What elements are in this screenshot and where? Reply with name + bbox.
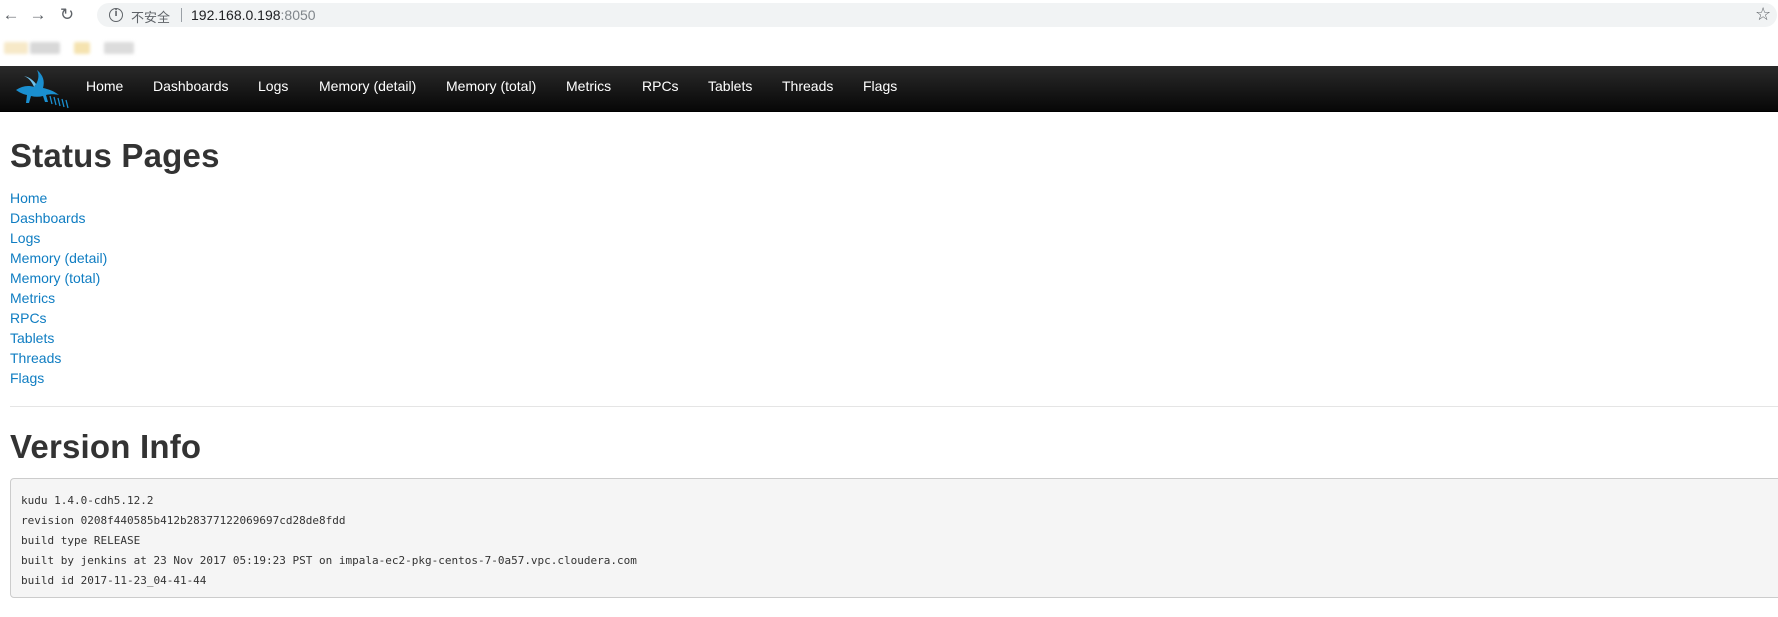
bookmark-blurred[interactable] xyxy=(74,42,90,54)
nav-link-logs[interactable]: Logs xyxy=(258,78,288,94)
reload-icon[interactable]: ↻ xyxy=(56,4,78,26)
list-item: Tablets xyxy=(10,328,107,348)
section-divider xyxy=(10,406,1778,407)
list-item: Home xyxy=(10,188,107,208)
list-item: Logs xyxy=(10,228,107,248)
version-info-block: kudu 1.4.0-cdh5.12.2 revision 0208f44058… xyxy=(10,478,1778,598)
list-item: Memory (total) xyxy=(10,268,107,288)
back-arrow-icon[interactable]: ← xyxy=(0,4,22,26)
version-info-heading: Version Info xyxy=(10,428,202,465)
list-item: Metrics xyxy=(10,288,107,308)
nav-link-home[interactable]: Home xyxy=(86,78,123,94)
nav-link-flags[interactable]: Flags xyxy=(863,78,897,94)
security-label[interactable]: 不安全 xyxy=(131,7,170,26)
omnibox-divider xyxy=(181,8,182,22)
nav-link-threads[interactable]: Threads xyxy=(782,78,833,94)
address-bar[interactable]: i 不安全 192.168.0.198:8050 xyxy=(97,3,1777,27)
version-line-built-by: built by jenkins at 23 Nov 2017 05:19:23… xyxy=(21,554,637,567)
top-navbar: Home Dashboards Logs Memory (detail) Mem… xyxy=(0,66,1778,112)
nav-link-memory-detail[interactable]: Memory (detail) xyxy=(319,78,416,94)
status-link-threads[interactable]: Threads xyxy=(10,350,61,366)
url-host: 192.168.0.198 xyxy=(191,7,281,23)
bookmark-blurred[interactable] xyxy=(30,42,60,54)
nav-link-dashboards[interactable]: Dashboards xyxy=(153,78,229,94)
version-line-build-type: build type RELEASE xyxy=(21,534,141,547)
status-link-memory-detail[interactable]: Memory (detail) xyxy=(10,250,107,266)
bookmarks-bar xyxy=(0,30,1778,66)
status-link-rpcs[interactable]: RPCs xyxy=(10,310,47,326)
bookmark-blurred[interactable] xyxy=(4,42,28,54)
status-link-logs[interactable]: Logs xyxy=(10,230,40,246)
status-link-memory-total[interactable]: Memory (total) xyxy=(10,270,100,286)
list-item: Dashboards xyxy=(10,208,107,228)
star-icon[interactable]: ☆ xyxy=(1755,4,1771,25)
nav-link-rpcs[interactable]: RPCs xyxy=(642,78,679,94)
status-pages-heading: Status Pages xyxy=(10,137,220,174)
status-link-flags[interactable]: Flags xyxy=(10,370,44,386)
status-link-tablets[interactable]: Tablets xyxy=(10,330,54,346)
version-line-build-id: build id 2017-11-23_04-41-44 xyxy=(21,574,207,587)
list-item: RPCs xyxy=(10,308,107,328)
list-item: Threads xyxy=(10,348,107,368)
kudu-antelope-logo[interactable] xyxy=(10,68,70,110)
url-text[interactable]: 192.168.0.198:8050 xyxy=(191,7,316,23)
status-pages-list: Home Dashboards Logs Memory (detail) Mem… xyxy=(10,188,107,388)
info-icon[interactable]: i xyxy=(109,8,123,22)
nav-link-metrics[interactable]: Metrics xyxy=(566,78,611,94)
status-link-metrics[interactable]: Metrics xyxy=(10,290,55,306)
status-link-dashboards[interactable]: Dashboards xyxy=(10,210,86,226)
browser-toolbar: ← → ↻ i 不安全 192.168.0.198:8050 ☆ xyxy=(0,0,1778,30)
nav-link-tablets[interactable]: Tablets xyxy=(708,78,752,94)
status-link-home[interactable]: Home xyxy=(10,190,47,206)
list-item: Memory (detail) xyxy=(10,248,107,268)
version-line-kudu: kudu 1.4.0-cdh5.12.2 xyxy=(21,494,154,507)
nav-link-memory-total[interactable]: Memory (total) xyxy=(446,78,536,94)
list-item: Flags xyxy=(10,368,107,388)
forward-arrow-icon[interactable]: → xyxy=(27,4,49,26)
url-port: :8050 xyxy=(280,7,316,23)
version-line-revision: revision 0208f440585b412b28377122069697c… xyxy=(21,514,346,527)
bookmark-blurred[interactable] xyxy=(104,42,134,54)
